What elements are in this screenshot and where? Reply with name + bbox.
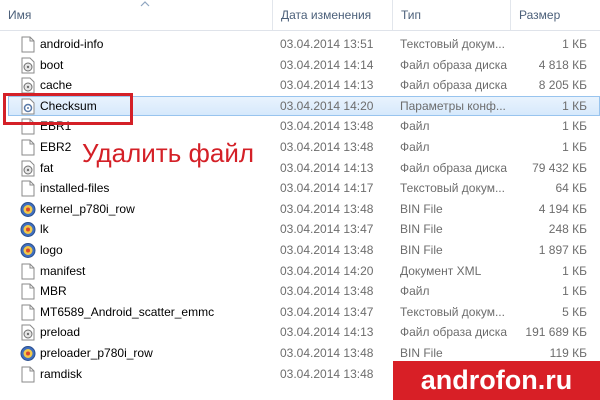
file-size: 8 205 КБ bbox=[538, 78, 587, 93]
column-header-type[interactable]: Тип bbox=[393, 0, 510, 30]
file-list: android-info 03.04.2014 13:51 Текстовый до… bbox=[0, 34, 600, 384]
document-icon bbox=[20, 263, 36, 280]
file-size: 4 194 КБ bbox=[538, 201, 587, 216]
file-size: 79 432 КБ bbox=[532, 160, 587, 175]
file-date-modified: 03.04.2014 13:48 bbox=[280, 242, 374, 257]
file-name: lk bbox=[40, 222, 49, 237]
file-date-modified: 03.04.2014 14:20 bbox=[280, 98, 374, 113]
file-row-installed-files[interactable]: installed-files 03.04.2014 14:17 Текстовый… bbox=[0, 178, 600, 199]
column-header-name-label: Имя bbox=[8, 8, 32, 22]
watermark-logo: androfon.ru bbox=[393, 361, 600, 400]
file-name: MBR bbox=[40, 284, 67, 299]
file-date-modified: 03.04.2014 14:13 bbox=[280, 160, 374, 175]
disk-image-icon bbox=[20, 160, 36, 177]
file-type: Параметры конф... bbox=[400, 98, 506, 113]
file-name: installed-files bbox=[40, 181, 110, 196]
column-header-size-label: Размер bbox=[519, 8, 561, 22]
file-type: Текстовый докум... bbox=[400, 304, 505, 319]
document-icon bbox=[20, 304, 36, 321]
bin-file-icon bbox=[20, 221, 36, 238]
document-icon bbox=[20, 366, 36, 383]
disk-image-icon bbox=[20, 57, 36, 74]
document-icon bbox=[20, 36, 36, 53]
file-row-android-info[interactable]: android-info 03.04.2014 13:51 Текстовый до… bbox=[0, 34, 600, 55]
file-type: BIN File bbox=[400, 201, 443, 216]
file-type: Файл образа диска bbox=[400, 325, 507, 340]
file-type: Документ XML bbox=[400, 263, 482, 278]
file-size: 1 КБ bbox=[562, 263, 587, 278]
file-date-modified: 03.04.2014 13:48 bbox=[280, 345, 374, 360]
file-date-modified: 03.04.2014 14:14 bbox=[280, 57, 374, 72]
file-name: preloader_p780i_row bbox=[40, 345, 153, 360]
file-row-kernel-p780i-row[interactable]: kernel_p780i_row 03.04.2014 13:48 BIN File… bbox=[0, 199, 600, 220]
file-date-modified: 03.04.2014 14:17 bbox=[280, 181, 374, 196]
file-type: Файл образа диска bbox=[400, 160, 507, 175]
file-date-modified: 03.04.2014 13:48 bbox=[280, 119, 374, 134]
document-icon bbox=[20, 139, 36, 156]
file-size: 1 КБ bbox=[562, 139, 587, 154]
document-icon bbox=[20, 180, 36, 197]
file-type: BIN File bbox=[400, 242, 443, 257]
file-row-boot[interactable]: boot 03.04.2014 14:14 Файл образа диска 4 8… bbox=[0, 55, 600, 76]
column-header-size[interactable]: Размер bbox=[511, 0, 600, 30]
file-size: 1 КБ bbox=[562, 119, 587, 134]
bin-file-icon bbox=[20, 242, 36, 259]
file-row-mbr[interactable]: MBR 03.04.2014 13:48 Файл 1 КБ bbox=[0, 281, 600, 302]
disk-image-icon bbox=[20, 77, 36, 94]
file-date-modified: 03.04.2014 14:13 bbox=[280, 325, 374, 340]
column-header-bar: Имя Дата изменения Тип Размер bbox=[0, 0, 600, 31]
file-name: android-info bbox=[40, 37, 104, 51]
file-row-logo[interactable]: logo 03.04.2014 13:48 BIN File 1 897 КБ bbox=[0, 240, 600, 261]
file-size: 1 КБ bbox=[562, 98, 587, 113]
file-type: Текстовый докум... bbox=[400, 181, 505, 196]
file-date-modified: 03.04.2014 13:48 bbox=[280, 366, 374, 381]
highlight-box bbox=[3, 93, 133, 125]
column-header-type-label: Тип bbox=[401, 8, 422, 22]
file-name: ramdisk bbox=[40, 366, 83, 381]
file-size: 1 897 КБ bbox=[538, 242, 587, 257]
file-size: 64 КБ bbox=[555, 181, 587, 196]
file-date-modified: 03.04.2014 13:47 bbox=[280, 222, 374, 237]
sort-ascending-icon bbox=[140, 1, 150, 7]
file-name: boot bbox=[40, 57, 64, 72]
file-type: Файл bbox=[400, 284, 430, 299]
file-type: Текстовый докум... bbox=[400, 37, 505, 51]
file-size: 248 КБ bbox=[548, 222, 587, 237]
document-icon bbox=[20, 283, 36, 300]
file-name: manifest bbox=[40, 263, 86, 278]
file-row-preload[interactable]: preload 03.04.2014 14:13 Файл образа диска… bbox=[0, 322, 600, 343]
file-date-modified: 03.04.2014 14:20 bbox=[280, 263, 374, 278]
file-type: Файл образа диска bbox=[400, 57, 507, 72]
file-row-manifest[interactable]: manifest 03.04.2014 14:20 Документ XML 1 КБ bbox=[0, 261, 600, 282]
file-name: MT6589_Android_scatter_emmc bbox=[40, 304, 215, 319]
file-date-modified: 03.04.2014 13:51 bbox=[280, 37, 374, 51]
file-size: 4 818 КБ bbox=[538, 57, 587, 72]
file-type: BIN File bbox=[400, 222, 443, 237]
file-date-modified: 03.04.2014 13:48 bbox=[280, 284, 374, 299]
file-name: kernel_p780i_row bbox=[40, 201, 135, 216]
column-header-name[interactable]: Имя bbox=[0, 0, 272, 30]
file-size: 191 689 КБ bbox=[525, 325, 587, 340]
file-size: 1 КБ bbox=[562, 284, 587, 299]
file-date-modified: 03.04.2014 13:48 bbox=[280, 201, 374, 216]
file-date-modified: 03.04.2014 13:47 bbox=[280, 304, 374, 319]
file-date-modified: 03.04.2014 14:13 bbox=[280, 78, 374, 93]
file-type: Файл bbox=[400, 119, 430, 134]
file-row-mt6589-android-scatter-emmc[interactable]: MT6589_Android_scatter_emmc 03.04.2014 13… bbox=[0, 302, 600, 323]
disk-image-icon bbox=[20, 324, 36, 341]
file-name: preload bbox=[40, 325, 81, 340]
file-row-lk[interactable]: lk 03.04.2014 13:47 BIN File 248 КБ bbox=[0, 219, 600, 240]
file-size: 1 КБ bbox=[562, 37, 587, 51]
bin-file-icon bbox=[20, 201, 36, 218]
file-size: 5 КБ bbox=[562, 304, 587, 319]
file-name: logo bbox=[40, 242, 63, 257]
column-header-date-label: Дата изменения bbox=[281, 8, 372, 22]
file-type: Файл образа диска bbox=[400, 78, 507, 93]
file-date-modified: 03.04.2014 13:48 bbox=[280, 139, 374, 154]
column-header-date[interactable]: Дата изменения bbox=[273, 0, 392, 30]
bin-file-icon bbox=[20, 345, 36, 362]
annotation-text: Удалить файл bbox=[82, 138, 255, 168]
file-type: Файл bbox=[400, 139, 430, 154]
